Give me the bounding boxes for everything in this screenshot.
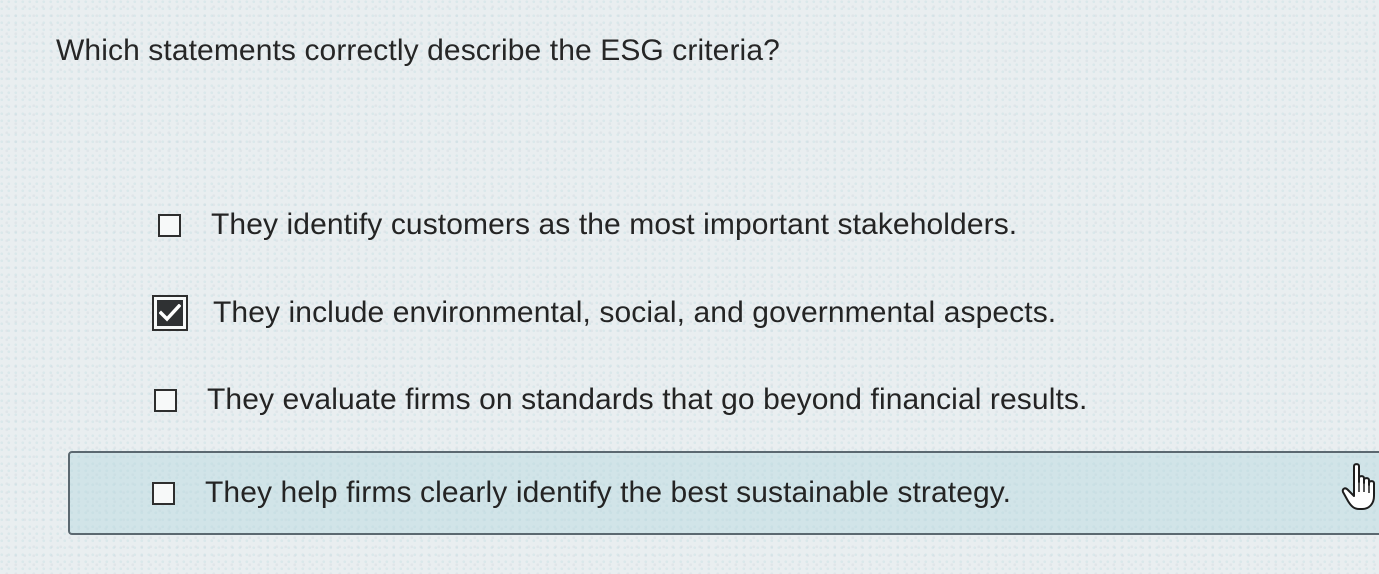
option-4-hovered[interactable]: They help firms clearly identify the bes… (68, 451, 1379, 535)
checkbox-option-4[interactable] (152, 481, 175, 505)
option-2[interactable]: They include environmental, social, and … (152, 295, 1056, 331)
option-3-label: They evaluate firms on standards that go… (207, 383, 1088, 416)
hand-pointer-icon (1341, 463, 1375, 510)
checkbox-option-1[interactable] (158, 213, 181, 237)
checked-box-fill (157, 300, 183, 326)
option-1[interactable]: They identify customers as the most impo… (158, 208, 1017, 242)
option-1-label: They identify customers as the most impo… (211, 208, 1018, 241)
checkbox-option-2[interactable] (152, 295, 188, 331)
answer-options: They identify customers as the most impo… (0, 0, 1379, 574)
option-4-label: They help firms clearly identify the bes… (205, 476, 1012, 509)
option-2-label: They include environmental, social, and … (213, 296, 1057, 329)
option-3[interactable]: They evaluate firms on standards that go… (154, 383, 1087, 417)
checkbox-option-3[interactable] (154, 388, 177, 412)
checkmark-icon (159, 304, 181, 322)
